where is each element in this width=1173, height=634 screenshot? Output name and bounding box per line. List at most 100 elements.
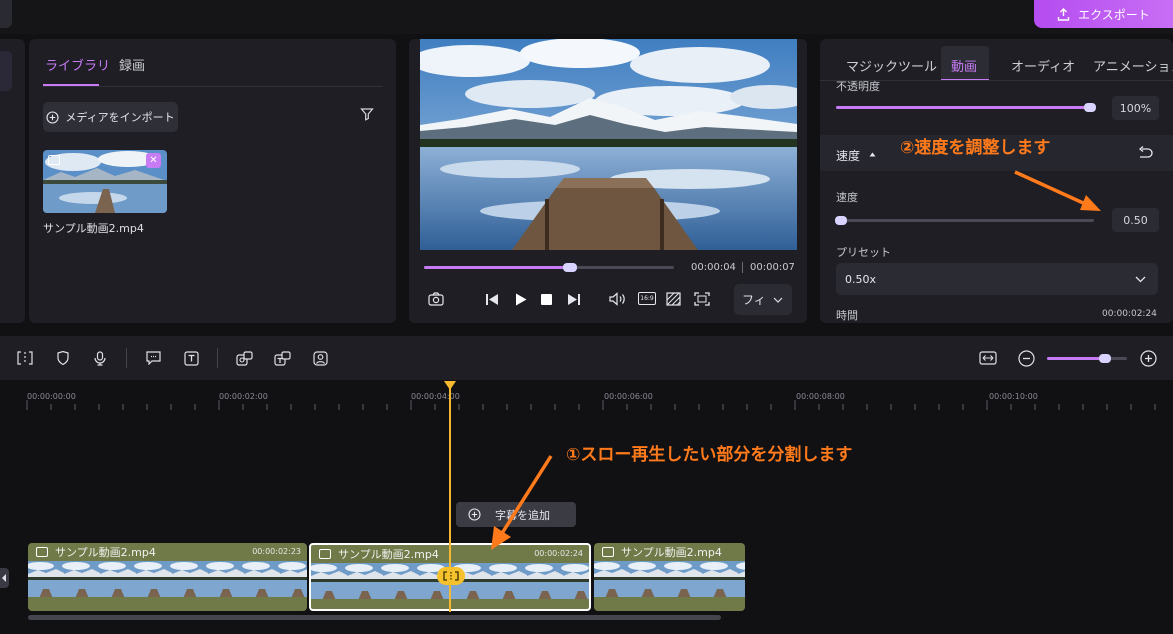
- clip-filmstrip: [28, 561, 307, 601]
- toolbar-divider: [126, 348, 127, 368]
- clip-duration: 00:00:02:23: [252, 547, 301, 556]
- opacity-handle[interactable]: [1084, 103, 1096, 112]
- clip-name: サンプル動画2.mp4: [621, 546, 722, 559]
- avatar-icon[interactable]: [311, 349, 329, 367]
- annotation-arrow-speed: [1014, 170, 1101, 211]
- snapshot-icon[interactable]: [428, 292, 444, 306]
- clip-filmstrip: [594, 561, 745, 601]
- timeline-toolbar: [0, 336, 1173, 380]
- left-nav: [0, 39, 25, 323]
- opacity-label: 不透明度: [836, 80, 880, 93]
- export-icon: [1057, 7, 1070, 21]
- plus-circle-icon: [46, 110, 59, 124]
- microphone-icon[interactable]: [91, 349, 109, 367]
- sticker-icon[interactable]: [235, 349, 253, 367]
- next-frame-icon[interactable]: [567, 293, 581, 306]
- timeline-scrollbar[interactable]: [28, 615, 721, 620]
- shield-icon[interactable]: [54, 349, 72, 367]
- background-icon[interactable]: [666, 292, 681, 306]
- previous-frame-icon[interactable]: [485, 293, 499, 306]
- top-bar: [0, 0, 1173, 34]
- remove-media-icon[interactable]: ✕: [146, 153, 161, 168]
- video-clip-icon: [319, 549, 331, 559]
- clip-name: サンプル動画2.mp4: [338, 548, 439, 561]
- ruler-label: 00:00:10:00: [989, 392, 1038, 401]
- plus-circle-icon: [468, 508, 481, 521]
- comment-icon[interactable]: [144, 349, 162, 367]
- opacity-value[interactable]: 100%: [1112, 96, 1159, 120]
- current-time: 00:00:04: [691, 262, 736, 273]
- zoom-fill: [1047, 357, 1105, 360]
- speed-section-label: 速度: [836, 149, 861, 163]
- text-template-icon[interactable]: [273, 349, 291, 367]
- chevron-down-icon: [1135, 276, 1146, 283]
- tab-recording[interactable]: 録画: [119, 55, 145, 74]
- split-icon[interactable]: [16, 349, 34, 367]
- preset-value: 0.50x: [845, 273, 877, 286]
- ruler-label: 00:00:08:00: [796, 392, 845, 401]
- speed-value[interactable]: 0.50: [1112, 208, 1159, 232]
- ruler-label: 00:00:04:00: [411, 392, 460, 401]
- library-panel: ライブラリ 録画 メディアをインポート ✕ サンプル動画2.mp4: [29, 39, 396, 323]
- nav-item[interactable]: [0, 51, 12, 91]
- media-name: サンプル動画2.mp4: [43, 222, 144, 235]
- import-media-label: メディアをインポート: [65, 111, 175, 124]
- speed-label: 速度: [836, 191, 858, 204]
- track-collapse-icon[interactable]: [0, 568, 9, 588]
- speed-track[interactable]: [836, 219, 1094, 222]
- tab-library[interactable]: ライブラリ: [45, 55, 110, 74]
- tab-video[interactable]: 動画: [951, 56, 977, 75]
- export-button[interactable]: エクスポート: [1034, 0, 1173, 28]
- video-clip-icon: [602, 547, 614, 557]
- preset-label: プリセット: [836, 246, 891, 259]
- tab-magic-tools[interactable]: マジックツール: [846, 56, 937, 75]
- video-type-icon: [48, 155, 60, 165]
- playback-progress: [424, 266, 569, 269]
- opacity-fill: [836, 106, 1090, 109]
- chevron-down-icon: [773, 297, 783, 303]
- preset-dropdown[interactable]: 0.50x: [836, 263, 1158, 295]
- play-icon[interactable]: [515, 293, 527, 306]
- stop-icon[interactable]: [541, 294, 552, 305]
- playback-handle[interactable]: [563, 263, 577, 272]
- volume-icon[interactable]: [609, 292, 627, 306]
- export-label: エクスポート: [1078, 7, 1150, 22]
- zoom-out-icon[interactable]: [1017, 349, 1035, 367]
- clip-name: サンプル動画2.mp4: [55, 546, 156, 559]
- annotation-split: ①スロー再生したい部分を分割します: [566, 445, 853, 465]
- split-marker-icon[interactable]: [437, 567, 465, 585]
- text-icon[interactable]: [182, 349, 200, 367]
- tab-audio[interactable]: オーディオ: [1011, 56, 1075, 75]
- ruler-label: 00:00:06:00: [604, 392, 653, 401]
- ruler-label: 00:00:00:00: [27, 392, 76, 401]
- playhead-handle[interactable]: [444, 381, 456, 391]
- annotation-speed: ②速度を調整します: [900, 138, 1051, 158]
- video-preview: [420, 39, 797, 250]
- time-divider: [742, 262, 743, 273]
- collapse-icon[interactable]: [869, 152, 876, 157]
- menu-button[interactable]: [0, 0, 12, 28]
- speed-handle[interactable]: [835, 216, 847, 225]
- reset-icon[interactable]: [1138, 146, 1153, 159]
- properties-panel: マジックツール 動画 オーディオ アニメーション 不透明度 100% 速度 速度…: [820, 39, 1173, 323]
- zoom-handle[interactable]: [1099, 354, 1111, 363]
- ruler-label: 00:00:02:00: [219, 392, 268, 401]
- duration-value: 00:00:02:24: [1102, 309, 1157, 319]
- tab-animation[interactable]: アニメーション: [1093, 56, 1173, 75]
- annotation-arrow-split: [491, 455, 553, 550]
- duration-label: 時間: [836, 309, 858, 322]
- import-media-button[interactable]: メディアをインポート: [43, 102, 178, 132]
- toolbar-divider: [217, 348, 218, 368]
- fit-timeline-icon[interactable]: [979, 349, 997, 367]
- filter-icon[interactable]: [360, 107, 374, 121]
- aspect-ratio-icon[interactable]: 16:9: [638, 292, 656, 305]
- video-clip[interactable]: サンプル動画2.mp4: [594, 543, 745, 611]
- fullscreen-icon[interactable]: [694, 292, 710, 306]
- video-clip[interactable]: サンプル動画2.mp4 00:00:02:23: [28, 543, 307, 611]
- zoom-in-icon[interactable]: [1139, 349, 1157, 367]
- library-tab-divider: [43, 86, 383, 87]
- total-time: 00:00:07: [750, 262, 795, 273]
- fit-dropdown[interactable]: フィ: [734, 284, 792, 315]
- player-panel: 00:00:04 00:00:07 16:9 フィ: [409, 39, 807, 323]
- fit-label: フィ: [742, 293, 766, 307]
